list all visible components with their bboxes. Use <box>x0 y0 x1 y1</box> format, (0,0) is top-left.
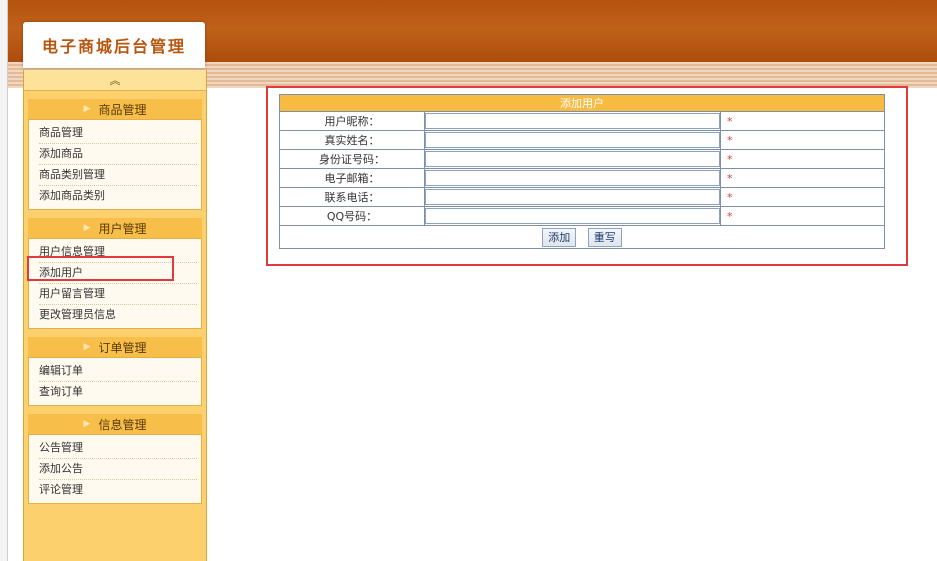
realname-label: 真实姓名： <box>279 130 425 150</box>
form-row: 身份证号码： * <box>279 149 885 169</box>
realname-input[interactable] <box>425 132 720 148</box>
sidebar-group-title: 用户管理 <box>98 221 147 236</box>
form-title: 添加用户 <box>279 94 885 112</box>
add-user-highlight <box>27 256 174 281</box>
required-mark: * <box>720 187 885 207</box>
sidebar-item-product-manage[interactable]: 商品管理 <box>39 123 197 144</box>
sidebar-group-title: 商品管理 <box>98 102 147 117</box>
sidebar-group-body: 编辑订单 查询订单 <box>28 357 202 406</box>
form-row: 真实姓名： * <box>279 130 885 150</box>
sidebar-group-body: 用户信息管理 添加用户 用户留言管理 更改管理员信息 <box>28 238 202 329</box>
logo: 电子商城后台管理 <box>23 22 205 68</box>
add-user-form: 添加用户 用户昵称： * 真实姓名： * 身份证号码： * 电子邮箱： * 联系… <box>279 94 885 249</box>
qq-input[interactable] <box>425 208 720 224</box>
email-cell <box>424 168 721 188</box>
form-row: 电子邮箱： * <box>279 168 885 188</box>
phone-cell <box>424 187 721 207</box>
sidebar-item-add-category[interactable]: 添加商品类别 <box>39 186 197 206</box>
required-mark: * <box>720 149 885 169</box>
required-mark: * <box>720 168 885 188</box>
app-title: 电子商城后台管理 <box>41 37 186 56</box>
sidebar-item-query-order[interactable]: 查询订单 <box>39 382 197 402</box>
sidebar-item-add-product[interactable]: 添加商品 <box>39 144 197 165</box>
phone-input[interactable] <box>425 189 720 205</box>
qq-cell <box>424 206 721 226</box>
required-mark: * <box>720 206 885 226</box>
sidebar-item-admin-info[interactable]: 更改管理员信息 <box>39 305 197 325</box>
sidebar-group-body: 公告管理 添加公告 评论管理 <box>28 434 202 504</box>
phone-label: 联系电话： <box>279 187 425 207</box>
nickname-cell <box>424 111 721 131</box>
sidebar-group-title: 订单管理 <box>98 340 147 355</box>
sidebar-item-comment-manage[interactable]: 评论管理 <box>39 480 197 500</box>
sidebar-group-title: 信息管理 <box>98 417 147 432</box>
form-row: QQ号码： * <box>279 206 885 226</box>
arrow-right-icon: ▶ <box>83 104 91 114</box>
arrow-right-icon: ▶ <box>83 223 91 233</box>
sidebar-item-notice-manage[interactable]: 公告管理 <box>39 438 197 459</box>
add-button[interactable]: 添加 <box>542 227 577 247</box>
sidebar-group-order[interactable]: ▶ 订单管理 <box>28 337 202 357</box>
left-border <box>0 0 8 561</box>
sidebar-group-body: 商品管理 添加商品 商品类别管理 添加商品类别 <box>28 119 202 210</box>
form-row: 联系电话： * <box>279 187 885 207</box>
form-button-row: 添加 重写 <box>279 225 885 249</box>
sidebar-item-category-manage[interactable]: 商品类别管理 <box>39 165 197 186</box>
arrow-right-icon: ▶ <box>83 419 91 429</box>
idcard-label: 身份证号码： <box>279 149 425 169</box>
reset-button[interactable]: 重写 <box>587 227 622 247</box>
sidebar: ︽ ▶ 商品管理 商品管理 添加商品 商品类别管理 添加商品类别 ▶ 用户管理 … <box>23 70 207 561</box>
required-mark: * <box>720 130 885 150</box>
nickname-label: 用户昵称： <box>279 111 425 131</box>
qq-label: QQ号码： <box>279 206 425 226</box>
realname-cell <box>424 130 721 150</box>
sidebar-group-user[interactable]: ▶ 用户管理 <box>28 218 202 238</box>
double-chevron-up-icon: ︽ <box>109 74 121 87</box>
idcard-input[interactable] <box>425 151 720 167</box>
sidebar-group-info[interactable]: ▶ 信息管理 <box>28 414 202 434</box>
nickname-input[interactable] <box>425 113 720 129</box>
required-mark: * <box>720 111 885 131</box>
arrow-right-icon: ▶ <box>83 342 91 352</box>
sidebar-item-user-messages[interactable]: 用户留言管理 <box>39 284 197 305</box>
idcard-cell <box>424 149 721 169</box>
sidebar-collapse-button[interactable]: ︽ <box>24 70 206 91</box>
sidebar-item-add-notice[interactable]: 添加公告 <box>39 459 197 480</box>
email-label: 电子邮箱： <box>279 168 425 188</box>
form-row: 用户昵称： * <box>279 111 885 131</box>
sidebar-group-product[interactable]: ▶ 商品管理 <box>28 99 202 119</box>
sidebar-item-edit-order[interactable]: 编辑订单 <box>39 361 197 382</box>
email-input[interactable] <box>425 170 720 186</box>
